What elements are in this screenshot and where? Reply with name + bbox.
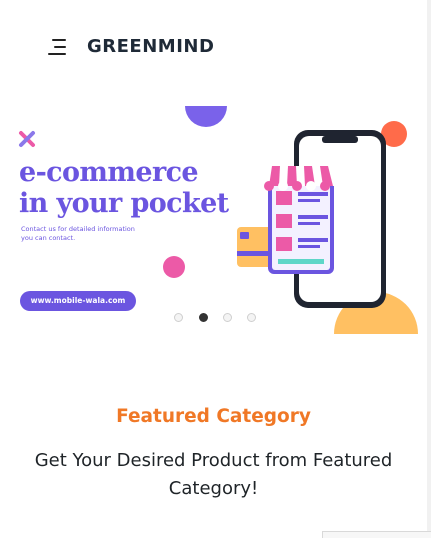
x-decoration-icon xyxy=(19,131,35,147)
page-scrollbar[interactable] xyxy=(427,0,431,537)
carousel-dot-4[interactable] xyxy=(247,313,256,322)
featured-category-subtitle: Get Your Desired Product from Featured C… xyxy=(34,450,393,499)
carousel-dot-3[interactable] xyxy=(223,313,232,322)
site-header: GREENMIND xyxy=(0,0,431,96)
hero-banner-carousel[interactable]: e-commerce in your pocket Contact us for… xyxy=(0,104,431,336)
featured-category-title: Featured Category xyxy=(116,406,311,427)
brand-logo-text[interactable]: GREENMIND xyxy=(87,36,214,57)
banner-headline: e-commerce in your pocket xyxy=(19,157,229,219)
banner-subtext: Contact us for detailed information you … xyxy=(21,225,135,242)
headline-line-1: e-commerce xyxy=(19,157,199,188)
carousel-dot-2[interactable] xyxy=(199,313,208,322)
hamburger-menu-icon[interactable] xyxy=(48,38,70,58)
website-url-button[interactable]: www.mobile-wala.com xyxy=(20,291,136,311)
headline-line-2: in your pocket xyxy=(19,188,229,219)
carousel-dot-1[interactable] xyxy=(174,313,183,322)
